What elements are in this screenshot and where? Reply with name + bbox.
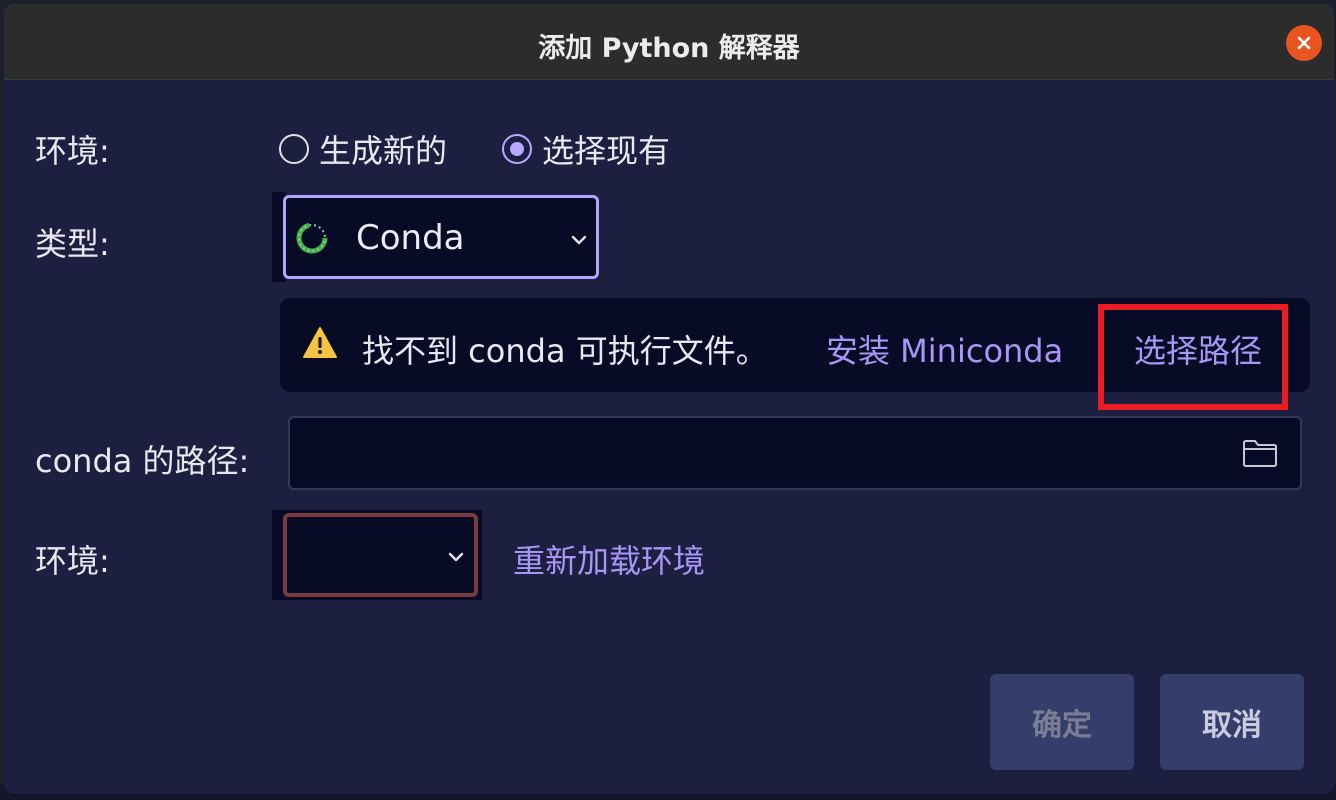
interpreter-type-select[interactable]: Conda (283, 195, 599, 279)
conda-path-label: conda 的路径: (35, 442, 250, 480)
environment-mode-label: 环境: (35, 132, 110, 170)
environment-label: 环境: (35, 542, 110, 580)
warning-message: 找不到 conda 可执行文件。 (362, 332, 768, 370)
dialog-title: 添加 Python 解释器 (538, 33, 800, 64)
radio-select-existing[interactable]: 选择现有 (502, 126, 670, 172)
title-bar[interactable]: 添加 Python 解释器 (4, 4, 1334, 80)
highlight-annotation-box (1098, 304, 1288, 410)
chevron-down-icon (571, 235, 587, 245)
ok-button[interactable]: 确定 (990, 674, 1134, 770)
radio-generate-new[interactable]: 生成新的 (279, 126, 447, 172)
radio-circle-selected (502, 134, 532, 164)
chevron-down-icon (448, 552, 464, 562)
radio-circle (279, 134, 309, 164)
radio-select-existing-label: 选择现有 (542, 132, 671, 170)
cancel-button[interactable]: 取消 (1160, 674, 1304, 770)
conda-path-input[interactable] (288, 416, 1302, 490)
close-icon (1297, 36, 1311, 50)
install-miniconda-link[interactable]: 安装 Miniconda (826, 326, 1063, 372)
conda-icon (296, 222, 328, 254)
add-python-interpreter-dialog: 添加 Python 解释器 环境: 生成新的 选择现有 类型: Conda 找不… (4, 4, 1334, 794)
environment-select[interactable] (283, 513, 478, 597)
radio-generate-new-label: 生成新的 (319, 132, 448, 170)
folder-icon[interactable] (1242, 438, 1278, 468)
close-button[interactable] (1286, 25, 1322, 61)
reload-environments-link[interactable]: 重新加载环境 (513, 536, 705, 582)
interpreter-type-value: Conda (356, 218, 465, 258)
warning-icon (303, 327, 337, 358)
type-label: 类型: (35, 225, 110, 263)
